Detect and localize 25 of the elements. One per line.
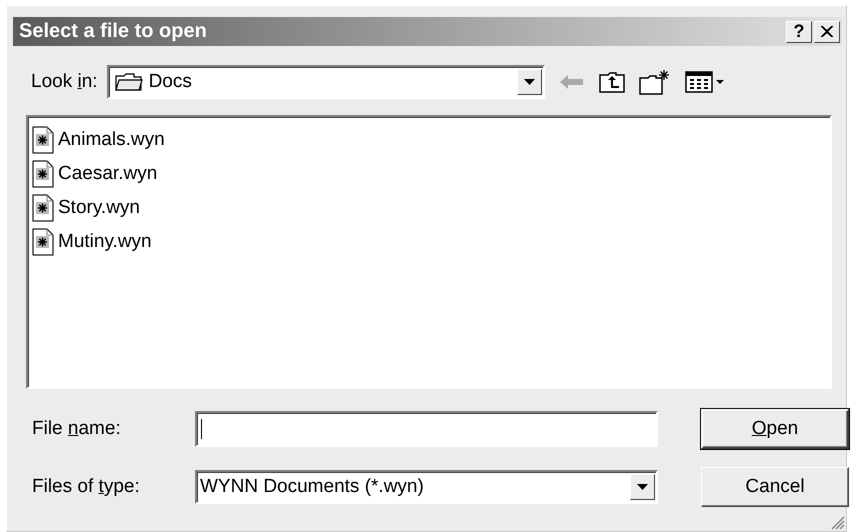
help-button[interactable]: ? (786, 20, 812, 42)
look-in-dropdown[interactable]: Docs (106, 65, 545, 99)
file-icon (32, 126, 54, 154)
dialog-button[interactable]: Open (701, 409, 849, 449)
file-name-label: File name: (32, 418, 122, 440)
file-icon (32, 194, 54, 222)
close-icon (821, 26, 833, 37)
file-icon (32, 228, 54, 256)
resize-grip[interactable] (831, 516, 845, 530)
dialog-button[interactable]: Cancel (701, 467, 849, 507)
file-item[interactable]: Story.wyn (56, 197, 142, 219)
file-item[interactable]: Caesar.wyn (56, 163, 160, 185)
folder-icon (114, 72, 143, 92)
look-in-value: Docs (148, 71, 193, 93)
close-button[interactable] (814, 20, 840, 42)
file-type-dropdown[interactable]: WYNN Documents (*.wyn) (195, 470, 658, 504)
file-type-value: WYNN Documents (*.wyn) (200, 476, 425, 498)
look-in-label: Look in: (31, 71, 98, 93)
window-title: Select a file to open (19, 20, 208, 43)
file-type-label: Files of type: (32, 476, 141, 498)
file-item[interactable]: Animals.wyn (56, 129, 167, 151)
file-item[interactable]: Mutiny.wyn (56, 231, 154, 253)
view-menu-button[interactable] (682, 69, 727, 95)
file-name-field[interactable] (195, 411, 658, 447)
file-icon (32, 160, 54, 188)
